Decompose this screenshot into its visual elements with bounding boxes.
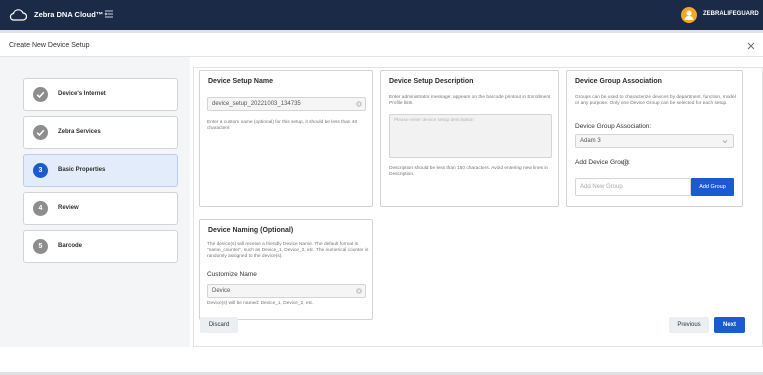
card-title: Device Group Association <box>575 78 662 85</box>
step-label: Zebra Services <box>58 129 101 135</box>
create-device-setup-modal: Create New Device Setup Device's Interne… <box>0 33 763 372</box>
card-title: Device Setup Name <box>208 78 273 85</box>
description-intro: Enter administrator message; appears on … <box>389 95 551 107</box>
footer-bar <box>193 347 763 372</box>
clear-icon[interactable] <box>356 288 362 294</box>
setup-name-card: Device Setup Name device_setup_20221003_… <box>199 70 373 207</box>
card-title: Device Setup Description <box>389 78 474 85</box>
step-number: 5 <box>33 239 48 254</box>
card-title: Device Naming (Optional) <box>208 227 294 234</box>
modal-title: Create New Device Setup <box>9 42 90 49</box>
step-number: 3 <box>33 163 48 178</box>
step-basic-properties[interactable]: 3 Basic Properties <box>23 154 178 187</box>
menu-collapse-icon[interactable] <box>104 9 114 19</box>
step-label: Device's Internet <box>58 91 106 97</box>
step-number: 4 <box>33 201 48 216</box>
setup-description-card: Device Setup Description Enter administr… <box>380 70 559 207</box>
add-group-input[interactable]: Add New Group <box>575 178 691 196</box>
customize-name-label: Customize Name <box>207 271 257 278</box>
add-group-button[interactable]: Add Group <box>691 178 734 196</box>
step-barcode[interactable]: 5 Barcode <box>23 230 178 263</box>
checkmark-icon <box>33 125 48 140</box>
device-naming-card: Device Naming (Optional) The device(s) w… <box>199 219 373 320</box>
discard-button[interactable]: Discard <box>200 317 238 333</box>
selected-value: Adam 3 <box>580 138 601 144</box>
chevron-down-icon <box>722 140 728 144</box>
step-devices-internet[interactable]: Device's Internet <box>23 78 178 111</box>
avatar[interactable] <box>681 7 697 23</box>
step-label: Basic Properties <box>58 167 106 173</box>
description-hint: Description should be less than 150 char… <box>389 166 549 178</box>
clear-icon[interactable] <box>356 101 362 107</box>
description-textarea[interactable]: Please enter device setup description <box>389 114 552 158</box>
input-value: Device <box>212 288 231 294</box>
input-value: device_setup_20221003_134735 <box>212 101 301 107</box>
previous-button[interactable]: Previous <box>669 317 709 333</box>
user-icon <box>684 10 694 20</box>
cloud-logo-icon <box>9 9 27 21</box>
next-button[interactable]: Next <box>714 317 745 333</box>
form-content: Device Setup Name device_setup_20221003_… <box>193 67 763 347</box>
close-icon[interactable] <box>747 42 755 50</box>
step-label: Review <box>58 205 79 211</box>
top-bar: Zebra DNA Cloud™ ZEBRALIFEGUARD <box>0 0 763 30</box>
help-icon[interactable]: ? <box>622 159 629 166</box>
group-select[interactable]: Adam 3 <box>575 134 734 148</box>
customize-name-input[interactable]: Device <box>207 284 366 298</box>
user-name[interactable]: ZEBRALIFEGUARD <box>703 11 759 17</box>
step-review[interactable]: 4 Review <box>23 192 178 225</box>
app-name: Zebra DNA Cloud™ <box>34 10 104 19</box>
steps-pane: Device's Internet Zebra Services 3 Basic… <box>0 57 190 347</box>
group-association-card: Device Group Association Groups can be u… <box>566 70 743 207</box>
setup-name-hint: Enter a custom name (optional) for this … <box>207 120 358 132</box>
step-zebra-services[interactable]: Zebra Services <box>23 116 178 149</box>
setup-name-input[interactable]: device_setup_20221003_134735 <box>207 97 366 111</box>
group-intro: Groups can be used to characterize devic… <box>575 95 736 107</box>
step-label: Barcode <box>58 243 83 249</box>
group-select-label: Device Group Association: <box>575 123 652 130</box>
checkmark-icon <box>33 87 48 102</box>
naming-intro: The device(s) will receive a friendly De… <box>207 242 369 260</box>
naming-hint: Device(s) will be named: Device_1, Devic… <box>207 301 314 306</box>
svg-text:?: ? <box>624 160 627 165</box>
